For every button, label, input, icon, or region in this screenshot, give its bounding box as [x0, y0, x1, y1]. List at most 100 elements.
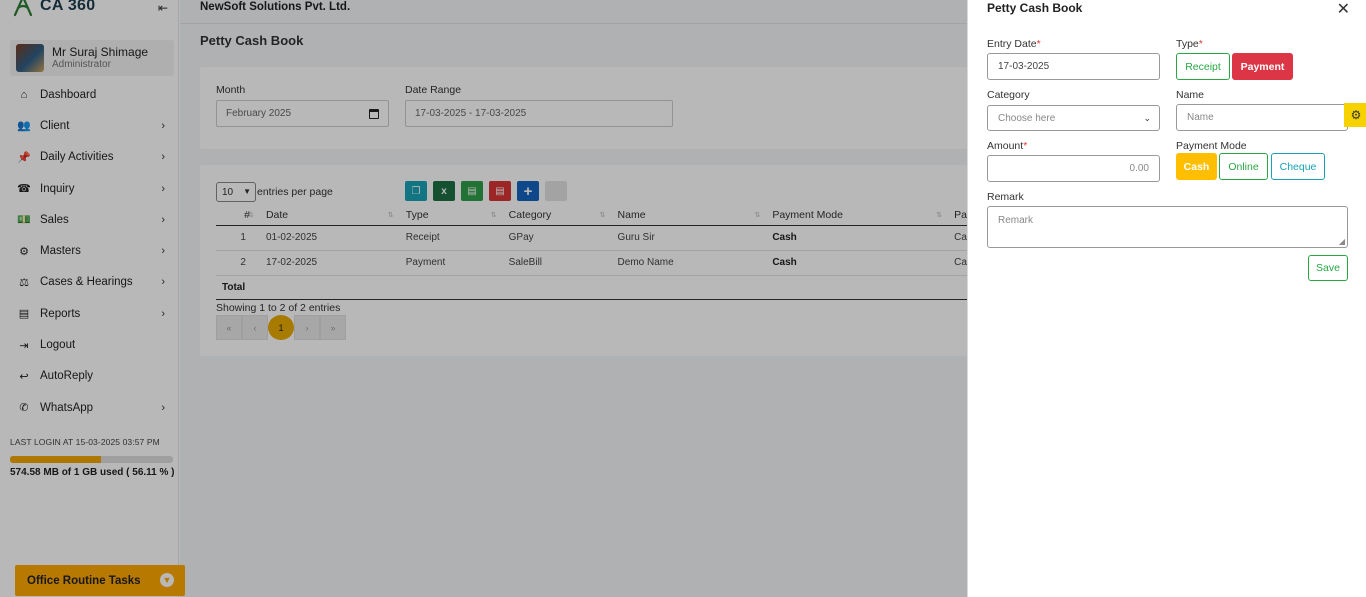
payment-mode-online-button[interactable]: Online: [1219, 153, 1268, 180]
resize-handle-icon[interactable]: ◢: [1339, 237, 1345, 246]
sort-icon[interactable]: ⇅: [754, 211, 760, 219]
type-receipt-button[interactable]: Receipt: [1176, 53, 1230, 80]
chevron-right-icon: ›: [161, 245, 165, 258]
brand[interactable]: CA 360: [12, 0, 95, 18]
sidebar-item-autoreply[interactable]: ↩ AutoReply: [0, 361, 179, 392]
sort-icon[interactable]: ⇅: [248, 211, 254, 219]
add-entry-button[interactable]: +: [517, 181, 539, 201]
next-page-button[interactable]: ›: [294, 315, 320, 340]
pdf-button[interactable]: ▤: [489, 181, 511, 201]
sort-icon[interactable]: ⇅: [936, 211, 942, 219]
close-icon[interactable]: ✕: [1337, 0, 1350, 19]
total-label: Total: [216, 275, 260, 300]
payment-mode-cash-button[interactable]: Cash: [1176, 153, 1217, 180]
payment-mode-cheque-button[interactable]: Cheque: [1271, 153, 1325, 180]
date-range-label: Date Range: [405, 84, 462, 96]
sidebar-item-client[interactable]: 👥 Client ›: [0, 110, 179, 141]
table-cell-name: Guru Sir: [611, 225, 767, 251]
copy-icon: ❐: [411, 185, 421, 197]
payment-mode-label: Payment Mode: [1176, 140, 1247, 152]
column-header[interactable]: Pa: [948, 206, 967, 226]
entry-date-input[interactable]: 17-03-2025: [987, 53, 1160, 80]
user-role: Administrator: [52, 59, 111, 70]
first-page-button[interactable]: «: [216, 315, 242, 340]
column-header[interactable]: Payment Mode ⇅: [766, 206, 949, 226]
amount-input[interactable]: 0.00: [987, 155, 1160, 182]
user-card[interactable]: Mr Suraj Shimage Administrator: [10, 40, 174, 76]
date-range-value: 17-03-2025 - 17-03-2025: [415, 108, 527, 119]
name-input[interactable]: Name: [1176, 104, 1348, 131]
page-length-select[interactable]: 10 ▼: [216, 182, 256, 202]
csv-button[interactable]: ▤: [461, 181, 483, 201]
remark-placeholder: Remark: [998, 215, 1034, 226]
sidebar-item-masters[interactable]: ⚙ Masters ›: [0, 235, 179, 266]
type-payment-button[interactable]: Payment: [1232, 53, 1293, 80]
column-header[interactable]: Date ⇅: [259, 206, 400, 226]
chevron-down-icon: ▼: [243, 187, 251, 196]
sort-icon[interactable]: ⇅: [491, 211, 497, 219]
sidebar-item-dashboard[interactable]: ⌂ Dashboard: [0, 79, 179, 110]
month-value: February 2025: [226, 108, 292, 119]
column-header[interactable]: Category ⇅: [502, 206, 612, 226]
column-visibility-button[interactable]: [545, 181, 567, 201]
reply-icon: ↩: [19, 370, 29, 383]
column-header-label: Type: [405, 209, 429, 222]
column-header[interactable]: Name ⇅: [611, 206, 767, 226]
sort-icon[interactable]: ⇅: [388, 211, 394, 219]
table-row[interactable]: 1 01-02-2025 Receipt GPay Guru Sir Cash Ca: [216, 225, 967, 251]
chevron-right-icon: ›: [161, 307, 165, 320]
sidebar-item-whatsapp[interactable]: ✆ WhatsApp ›: [0, 392, 179, 423]
last-page-button[interactable]: »: [320, 315, 346, 340]
table-row[interactable]: 2 17-02-2025 Payment SaleBill Demo Name Cash C…: [216, 250, 967, 276]
calendar-icon[interactable]: [369, 109, 379, 119]
column-header-label: Category: [508, 209, 552, 222]
sidebar-item-label: Daily Activities: [40, 151, 114, 164]
office-routine-tasks-button[interactable]: Office Routine Tasks ▼: [15, 565, 185, 596]
amount-placeholder: 0.00: [1129, 163, 1149, 174]
column-header-label: Date: [265, 209, 289, 222]
filter-card: Month February 2025 Date Range 17-03-202…: [200, 67, 967, 149]
column-header-label: Payment Mode: [772, 209, 843, 222]
sidebar-collapse-icon[interactable]: ⇤: [158, 1, 168, 15]
sidebar-item-sales[interactable]: 💵 Sales ›: [0, 204, 179, 235]
table-total-row: Total: [216, 275, 967, 300]
avatar: [16, 44, 44, 72]
sidebar-item-logout[interactable]: ⇥ Logout: [0, 329, 179, 360]
page-button-current[interactable]: 1: [268, 315, 294, 340]
date-range-input[interactable]: 17-03-2025 - 17-03-2025: [405, 100, 673, 127]
last-login-text: LAST LOGIN AT 15-03-2025 03:57 PM: [10, 437, 160, 447]
remark-textarea[interactable]: Remark ◢: [987, 206, 1348, 248]
chevron-right-icon: ›: [161, 119, 165, 132]
sidebar-item-reports[interactable]: ▤ Reports ›: [0, 298, 179, 329]
copy-button[interactable]: ❐: [405, 181, 427, 201]
sidebar-item-inquiry[interactable]: ☎ Inquiry ›: [0, 173, 179, 204]
column-header[interactable]: # ⇅: [216, 206, 260, 226]
table-card: 10 ▼ entries per page ❐ x ▤ ▤ + # ⇅ Date ⇅ T…: [200, 165, 967, 356]
storage-progress-fill: [10, 456, 102, 463]
settings-gear-button[interactable]: ⚙: [1344, 103, 1366, 127]
entry-date-label: Entry Date*: [987, 38, 1041, 50]
prev-page-button[interactable]: ‹: [242, 315, 268, 340]
month-input[interactable]: February 2025: [216, 100, 389, 127]
pdf-icon: ▤: [495, 185, 505, 197]
table-body: 1 01-02-2025 Receipt GPay Guru Sir Cash Ca 2 17-…: [216, 225, 967, 300]
total-cell: [259, 275, 400, 300]
category-select[interactable]: Choose here ⌄: [987, 105, 1160, 131]
sidebar-item-cases-hearings[interactable]: ⚖ Cases & Hearings ›: [0, 267, 179, 298]
sort-icon[interactable]: ⇅: [600, 211, 606, 219]
total-cell: [399, 275, 503, 300]
entry-date-value: 17-03-2025: [998, 61, 1050, 72]
cogs-icon: ⚙: [19, 245, 29, 258]
column-header[interactable]: Type ⇅: [399, 206, 503, 226]
sidebar-item-label: Client: [40, 119, 70, 132]
home-icon: ⌂: [20, 88, 28, 101]
total-cell: [948, 275, 967, 300]
name-placeholder: Name: [1187, 112, 1214, 123]
excel-button[interactable]: x: [433, 181, 455, 201]
save-button[interactable]: Save: [1308, 255, 1348, 281]
table-cell-date: 01-02-2025: [259, 225, 400, 251]
table-cell-extra: Ca: [948, 250, 967, 276]
chevron-down-icon: ▼: [160, 573, 174, 587]
sidebar-item-daily-activities[interactable]: 📌 Daily Activities ›: [0, 142, 179, 173]
name-label: Name: [1176, 89, 1205, 101]
